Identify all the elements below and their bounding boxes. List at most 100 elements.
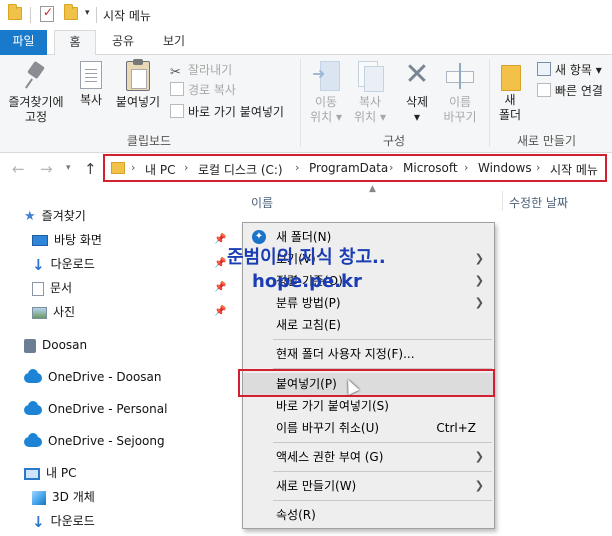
nav-item-pictures[interactable]: 사진 <box>32 301 75 323</box>
chevron-right-icon: ❯ <box>474 450 484 463</box>
paste-shortcut-button[interactable]: 바로 가기 붙여넣기 <box>170 103 284 121</box>
menu-item-label: 새로 고침(E) <box>276 318 341 332</box>
chevron-right-icon[interactable]: › <box>184 161 188 174</box>
download-arrow-icon: ↓ <box>32 255 45 274</box>
document-icon <box>32 281 44 296</box>
cube-3d-icon <box>32 490 46 505</box>
pin-icon <box>23 61 49 91</box>
nav-3d-objects[interactable]: 3D 개체 <box>32 486 95 508</box>
group-divider <box>489 59 490 147</box>
shortcut-label: Ctrl+Z <box>436 421 476 435</box>
chevron-right-icon[interactable]: › <box>536 161 540 174</box>
nav-pc-downloads[interactable]: ↓ 다운로드 <box>32 510 95 532</box>
back-arrow-icon[interactable]: ← <box>12 160 25 178</box>
qat-dropdown-icon[interactable]: ▾ <box>85 8 90 18</box>
menu-item-customize-folder[interactable]: 현재 폴더 사용자 지정(F)... <box>243 343 494 365</box>
nav-onedrive-personal[interactable]: OneDrive - Personal <box>24 398 167 420</box>
new-item-button[interactable]: 새 항목 ▾ <box>537 61 602 79</box>
menu-item-refresh[interactable]: 새로 고침(E) <box>243 314 494 336</box>
copy-to-button[interactable]: 복사 위치 ▾ <box>350 61 390 125</box>
chevron-right-icon: ❯ <box>474 479 484 492</box>
nav-quick-access-label: 즐겨찾기 <box>41 209 86 223</box>
menu-item-give-access[interactable]: 액세스 권한 부여 (G) ❯ <box>243 446 494 468</box>
breadcrumb-this-pc[interactable]: 내 PC <box>145 161 175 178</box>
cloud-icon <box>24 432 42 447</box>
nav-item-documents[interactable]: 문서 <box>32 277 72 299</box>
copy-path-button[interactable]: 경로 복사 <box>170 81 236 99</box>
delete-button[interactable]: ✕ 삭제 ▾ <box>399 60 435 125</box>
download-arrow-icon: ↓ <box>32 512 45 531</box>
nav-item-desktop[interactable]: 바탕 화면 <box>32 229 102 251</box>
paste-button[interactable]: 붙여넣기 <box>112 59 164 110</box>
copy-label: 복사 <box>79 93 103 107</box>
properties-icon[interactable] <box>40 5 54 22</box>
desktop-icon <box>32 235 48 246</box>
menu-item-group-by[interactable]: 분류 방법(P) ❯ <box>243 292 494 314</box>
address-bar[interactable]: › 내 PC › 로컬 디스크 (C:) › ProgramData › Mic… <box>103 154 607 182</box>
cloud-icon <box>24 368 42 383</box>
clipboard-group-label: 클립보드 <box>126 134 172 148</box>
breadcrumb-local-disk[interactable]: 로컬 디스크 (C:) <box>198 161 283 178</box>
column-name[interactable]: 이름 <box>251 194 273 211</box>
navigation-bar: ← → ▾ ↑ › 내 PC › 로컬 디스크 (C:) › ProgramDa… <box>0 153 612 185</box>
nav-doosan[interactable]: Doosan <box>24 334 87 356</box>
paste-shortcut-label: 바로 가기 붙여넣기 <box>188 105 284 119</box>
easy-access-button[interactable]: 빠른 연결 <box>537 82 603 100</box>
tab-share[interactable]: 공유 <box>103 30 143 55</box>
pin-to-quick-access-button[interactable]: 즐겨찾기에 고정 <box>4 61 68 125</box>
up-arrow-icon[interactable]: ↑ <box>84 160 97 178</box>
organize-group-label: 구성 <box>382 134 406 148</box>
window-title: 시작 메뉴 <box>103 9 151 23</box>
pin-icon: 📌 <box>214 234 227 245</box>
menu-item-new[interactable]: 새로 만들기(W) ❯ <box>243 475 494 497</box>
nav-item-downloads[interactable]: ↓ 다운로드 <box>32 253 95 275</box>
menu-item-paste-shortcut[interactable]: 바로 가기 붙여넣기(S) <box>243 395 494 417</box>
recent-locations-chevron-icon[interactable]: ▾ <box>66 163 71 173</box>
nav-onedrive-doosan[interactable]: OneDrive - Doosan <box>24 366 162 388</box>
nav-quick-access[interactable]: ★ 즐겨찾기 <box>24 205 86 227</box>
chevron-right-icon[interactable]: › <box>464 161 468 174</box>
rename-button[interactable]: 이름 바꾸기 <box>440 61 480 125</box>
chevron-right-icon[interactable]: › <box>295 161 299 174</box>
pin-icon: 📌 <box>214 258 227 269</box>
nav-onedrive-sejoong[interactable]: OneDrive - Sejoong <box>24 430 165 452</box>
breadcrumb-programdata[interactable]: ProgramData <box>309 161 388 175</box>
forward-arrow-icon[interactable]: → <box>40 160 53 178</box>
pin-icon: 📌 <box>214 306 227 317</box>
tab-view[interactable]: 보기 <box>152 30 196 55</box>
new-folder-icon[interactable] <box>64 4 78 20</box>
tab-file[interactable]: 파일 <box>0 30 47 55</box>
copy-button[interactable]: 복사 <box>74 61 108 108</box>
menu-separator <box>273 500 492 501</box>
new-folder-label-line1: 새 <box>504 93 516 107</box>
nav-item-label: 사진 <box>53 305 76 319</box>
menu-item-undo-rename[interactable]: 이름 바꾸기 취소(U) Ctrl+Z <box>243 417 494 439</box>
move-to-button[interactable]: 이동 위치 ▾ <box>306 61 346 125</box>
column-date-modified[interactable]: 수정한 날짜 <box>509 194 568 211</box>
cut-button[interactable]: ✂ 잘라내기 <box>170 61 232 80</box>
ribbon: 즐겨찾기에 고정 복사 붙여넣기 ✂ 잘라내기 경로 복사 바로 가기 붙여넣기 … <box>0 55 612 153</box>
folder-icon <box>111 162 125 174</box>
menu-item-properties[interactable]: 속성(R) <box>243 504 494 526</box>
nav-this-pc[interactable]: 내 PC <box>24 462 76 484</box>
scissors-icon: ✂ <box>170 65 181 80</box>
easy-access-label: 빠른 연결 <box>555 84 603 98</box>
chevron-right-icon[interactable]: › <box>389 161 393 174</box>
delete-label: 삭제 <box>405 95 429 109</box>
new-item-icon <box>537 62 551 76</box>
breadcrumb-microsoft[interactable]: Microsoft <box>403 161 458 175</box>
menu-item-label: 현재 폴더 사용자 지정(F)... <box>276 347 415 361</box>
chevron-right-icon[interactable]: › <box>131 161 135 174</box>
copy-to-label-line2: 위치 <box>354 110 377 124</box>
nav-pc-downloads-label: 다운로드 <box>50 514 95 528</box>
tab-home[interactable]: 홈 <box>54 30 96 56</box>
menu-item-label: 바로 가기 붙여넣기(S) <box>276 399 389 413</box>
new-folder-button[interactable]: 새 폴더 <box>495 61 525 123</box>
nav-onedrive-doosan-label: OneDrive - Doosan <box>48 370 162 384</box>
breadcrumb-start-menu[interactable]: 시작 메뉴 <box>550 161 598 178</box>
star-icon: ★ <box>24 208 36 224</box>
breadcrumb-windows[interactable]: Windows <box>478 161 532 175</box>
column-divider[interactable] <box>502 191 503 211</box>
chevron-right-icon: ❯ <box>474 274 484 287</box>
paste-icon <box>126 59 150 91</box>
